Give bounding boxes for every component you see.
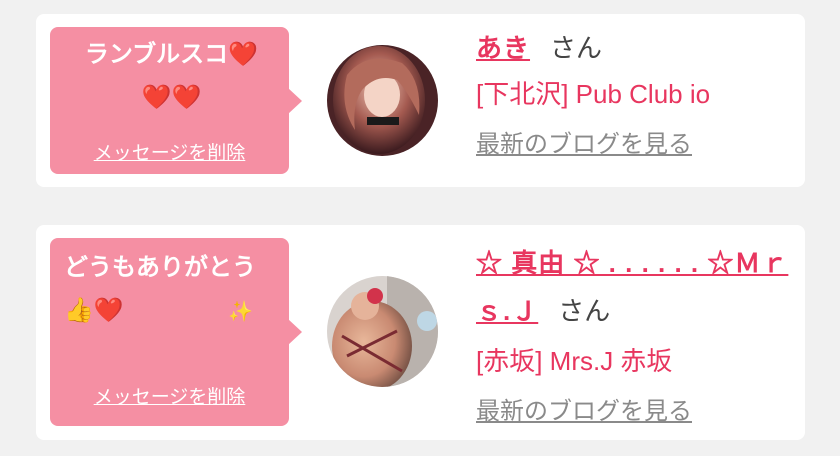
cast-name-link[interactable]: ☆ 真由 ☆ . . . . . . ☆Ｍｒｓ.Ｊ (476, 248, 788, 326)
sparkle-icon: ✨ (228, 299, 254, 323)
delete-message-link[interactable]: メッセージを削除 (50, 138, 289, 165)
message-text: ランブルスコ❤️ ❤️❤️ (50, 27, 289, 119)
latest-blog-link[interactable]: 最新のブログを見る (476, 391, 692, 426)
honorific: さん (550, 33, 603, 63)
honorific: さん (558, 296, 611, 326)
name-line: あき さん (476, 28, 791, 68)
message-line: ランブルスコ❤️ (84, 40, 259, 68)
avatar[interactable] (327, 45, 438, 156)
avatar[interactable] (327, 276, 438, 387)
message-line: 👍❤️ ✨ (64, 289, 279, 333)
message-text: どうもありがとう 👍❤️ ✨ (50, 238, 289, 333)
latest-blog-link[interactable]: 最新のブログを見る (476, 124, 692, 159)
cast-info: あき さん [下北沢] Pub Club io 最新のブログを見る (476, 28, 791, 159)
emoji-text: 👍❤️ (64, 296, 124, 324)
message-bubble: どうもありがとう 👍❤️ ✨ メッセージを削除 (50, 238, 302, 426)
message-line: ❤️❤️ (141, 83, 202, 111)
shop-name: [下北沢] Pub Club io (476, 79, 711, 109)
delete-message-link[interactable]: メッセージを削除 (50, 382, 289, 409)
name-line: ☆ 真由 ☆ . . . . . . ☆Ｍｒｓ.Ｊ さん (476, 239, 791, 335)
message-card: どうもありがとう 👍❤️ ✨ メッセージを削除 ☆ 真由 ☆ . . . . .… (36, 225, 805, 440)
shop-name: [赤坂] Mrs.J 赤坂 (476, 346, 673, 376)
cast-name-link[interactable]: あき (476, 33, 530, 63)
cast-info: ☆ 真由 ☆ . . . . . . ☆Ｍｒｓ.Ｊ さん [赤坂] Mrs.J 赤… (476, 239, 791, 426)
message-line: どうもありがとう (64, 253, 256, 281)
message-bubble: ランブルスコ❤️ ❤️❤️ メッセージを削除 (50, 27, 302, 174)
message-card: ランブルスコ❤️ ❤️❤️ メッセージを削除 あき さん [下北沢] Pub Cl… (36, 14, 805, 187)
